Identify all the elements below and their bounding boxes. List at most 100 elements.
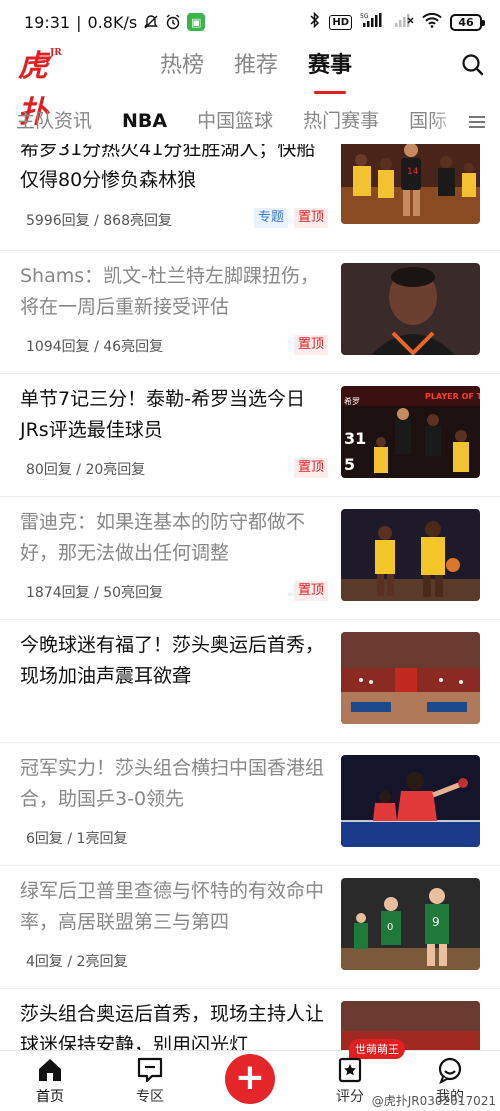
profile-icon — [438, 1057, 462, 1084]
alarm-clock-icon — [165, 14, 181, 30]
svg-text:14: 14 — [407, 167, 419, 177]
app-header: 虎扑 JR 热榜 推荐 赛事 — [0, 44, 500, 130]
news-item-redick[interactable]: 雷迪克：如果连基本的防守都做不好，那无法做出任何调整 1874回复 / 50亮回… — [0, 497, 500, 620]
news-item-herro-heat[interactable]: 希罗31分热火41分狂胜湖人；快船仅得80分惨负森林狼 5996回复 / 868… — [0, 144, 500, 251]
news-thumbnail — [341, 755, 480, 847]
light-count: 20亮回复 — [85, 462, 146, 478]
meta-separator: / — [67, 954, 77, 970]
status-right: HD 5G 46 — [309, 11, 485, 32]
battery-icon: 46 — [450, 13, 485, 31]
reply-count: 6回复 — [26, 831, 63, 847]
news-tags: 置顶 — [293, 335, 328, 355]
news-item-shatou-debut[interactable]: 今晚球迷有福了！莎头奥运后首秀，现场加油声震耳欲聋 — [0, 620, 500, 743]
status-speed: 0.8K/s — [87, 12, 138, 32]
post-button[interactable]: + — [225, 1054, 275, 1104]
category-team-news[interactable]: 主队资讯 — [16, 106, 92, 136]
news-title: 单节7记三分！泰勒-希罗当选今日JRs评选最佳球员 — [20, 388, 305, 441]
news-thumbnail — [341, 263, 480, 355]
watermark-text: @虎扑JR0302017021 — [371, 1094, 496, 1108]
nav-label: 首页 — [36, 1089, 64, 1105]
wifi-icon — [422, 12, 442, 32]
topic-tag: 专题 — [253, 208, 288, 228]
pinned-tag: 置顶 — [293, 458, 328, 478]
search-button[interactable] — [460, 52, 486, 78]
news-thumbnail — [341, 632, 480, 724]
news-meta: 6回复 / 1亮回复 — [26, 828, 127, 848]
light-count: 50亮回复 — [103, 585, 164, 601]
status-left: 19:31 | 0.8K/s ▣ — [24, 12, 206, 32]
tab-recommend[interactable]: 推荐 — [234, 48, 278, 84]
news-meta: 4回复 / 2亮回复 — [26, 951, 127, 971]
light-count: 46亮回复 — [103, 339, 164, 355]
tab-events[interactable]: 赛事 — [308, 48, 352, 94]
meta-separator: / — [94, 585, 104, 601]
news-title: 绿军后卫普里查德与怀特的有效命中率，高居联盟第三与第四 — [20, 880, 325, 933]
status-time: 19:31 — [24, 12, 71, 32]
meta-separator: / — [67, 831, 77, 847]
nav-home[interactable]: 首页 — [20, 1051, 80, 1111]
news-title: 冠军实力！莎头组合横扫中国香港组合，助国乒3-0领先 — [20, 757, 325, 810]
news-meta: 1874回复 / 50亮回复 — [26, 582, 163, 602]
bluetooth-icon — [309, 11, 321, 32]
meta-separator: / — [94, 213, 104, 229]
search-icon — [462, 54, 484, 76]
reply-count: 4回复 — [26, 954, 63, 970]
top-tabs: 热榜 推荐 赛事 — [160, 48, 352, 94]
nav-label: 专区 — [136, 1089, 164, 1105]
news-item-shatou-host[interactable]: 莎头组合奥运后首秀，现场主持人让球迷保持安静，别用闪光灯 — [0, 989, 500, 1050]
news-title: 今晚球迷有福了！莎头奥运后首秀，现场加油声震耳欲聋 — [20, 634, 325, 687]
news-tags: 置顶 — [293, 581, 328, 601]
battery-level: 46 — [458, 15, 474, 29]
news-item-herro-best-player[interactable]: 单节7记三分！泰勒-希罗当选今日JRs评选最佳球员 80回复 / 20亮回复 置… — [0, 374, 500, 497]
status-bar: 19:31 | 0.8K/s ▣ HD 5G 46 — [0, 0, 500, 44]
reply-count: 1874回复 — [26, 585, 90, 601]
nav-zone[interactable]: 专区 — [120, 1051, 180, 1111]
news-thumbnail: 0 9 — [341, 878, 480, 970]
signal-2-icon — [394, 12, 414, 32]
light-count: 2亮回复 — [76, 954, 128, 970]
news-meta: 5996回复 / 868亮回复 — [26, 210, 172, 230]
thumb-player-of-day-text: PLAYER OF THE DAY — [425, 392, 480, 401]
category-hot-events[interactable]: 热门赛事 — [303, 106, 379, 136]
news-tags: 置顶 — [293, 458, 328, 478]
thumb-name-text: 希罗 — [344, 396, 360, 406]
hd-icon: HD — [329, 14, 352, 30]
news-meta: 1094回复 / 46亮回复 — [26, 336, 163, 356]
svg-text:9: 9 — [432, 915, 440, 929]
pinned-tag: 置顶 — [293, 581, 328, 601]
meta-separator: / — [94, 339, 104, 355]
status-separator: | — [76, 12, 82, 32]
category-china-basketball[interactable]: 中国篮球 — [197, 106, 273, 136]
svg-text:0: 0 — [387, 922, 393, 933]
news-title: Shams：凯文-杜兰特左脚踝扭伤，将在一周后重新接受评估 — [20, 265, 320, 318]
category-menu-button[interactable] — [454, 100, 500, 144]
logo-sup: JR — [50, 48, 62, 58]
thumb-stat-text: 5 — [344, 455, 355, 474]
news-item-shatou-sweep[interactable]: 冠军实力！莎头组合横扫中国香港组合，助国乒3-0领先 6回复 / 1亮回复 — [0, 743, 500, 866]
news-thumbnail: 14 — [341, 144, 480, 224]
category-bar: 主队资讯 NBA 中国篮球 热门赛事 国际 — [0, 100, 500, 144]
star-icon — [338, 1057, 362, 1083]
reply-count: 1094回复 — [26, 339, 90, 355]
thumb-points-text: 31 — [344, 429, 366, 448]
news-title: 希罗31分热火41分狂胜湖人；快船仅得80分惨负森林狼 — [20, 144, 316, 191]
light-count: 1亮回复 — [76, 831, 128, 847]
category-scroll: 主队资讯 NBA 中国篮球 热门赛事 国际 — [16, 106, 447, 136]
news-item-celtics-guards[interactable]: 绿军后卫普里查德与怀特的有效命中率，高居联盟第三与第四 4回复 / 2亮回复 0… — [0, 866, 500, 989]
news-title: 莎头组合奥运后首秀，现场主持人让球迷保持安静，别用闪光灯 — [20, 1003, 325, 1050]
news-feed[interactable]: 希罗31分热火41分狂胜湖人；快船仅得80分惨负森林狼 5996回复 / 868… — [0, 144, 500, 1050]
plus-icon: + — [234, 1057, 266, 1098]
news-thumbnail: PLAYER OF THE DAY 希罗 31 5 — [341, 386, 480, 478]
signal-icon: 5G — [360, 12, 386, 32]
news-thumbnail — [341, 509, 480, 601]
hamburger-menu-icon — [469, 116, 485, 128]
pinned-tag: 置顶 — [293, 208, 328, 228]
app-logo[interactable]: 虎扑 JR — [18, 44, 68, 130]
home-icon — [39, 1059, 61, 1081]
pinned-tag: 置顶 — [293, 335, 328, 355]
category-nba[interactable]: NBA — [122, 106, 167, 136]
tab-hot-list[interactable]: 热榜 — [160, 48, 204, 84]
news-item-durant-injury[interactable]: Shams：凯文-杜兰特左脚踝扭伤，将在一周后重新接受评估 1094回复 / 4… — [0, 251, 500, 374]
reply-count: 5996回复 — [26, 213, 90, 229]
mute-alarm-icon — [143, 14, 159, 30]
